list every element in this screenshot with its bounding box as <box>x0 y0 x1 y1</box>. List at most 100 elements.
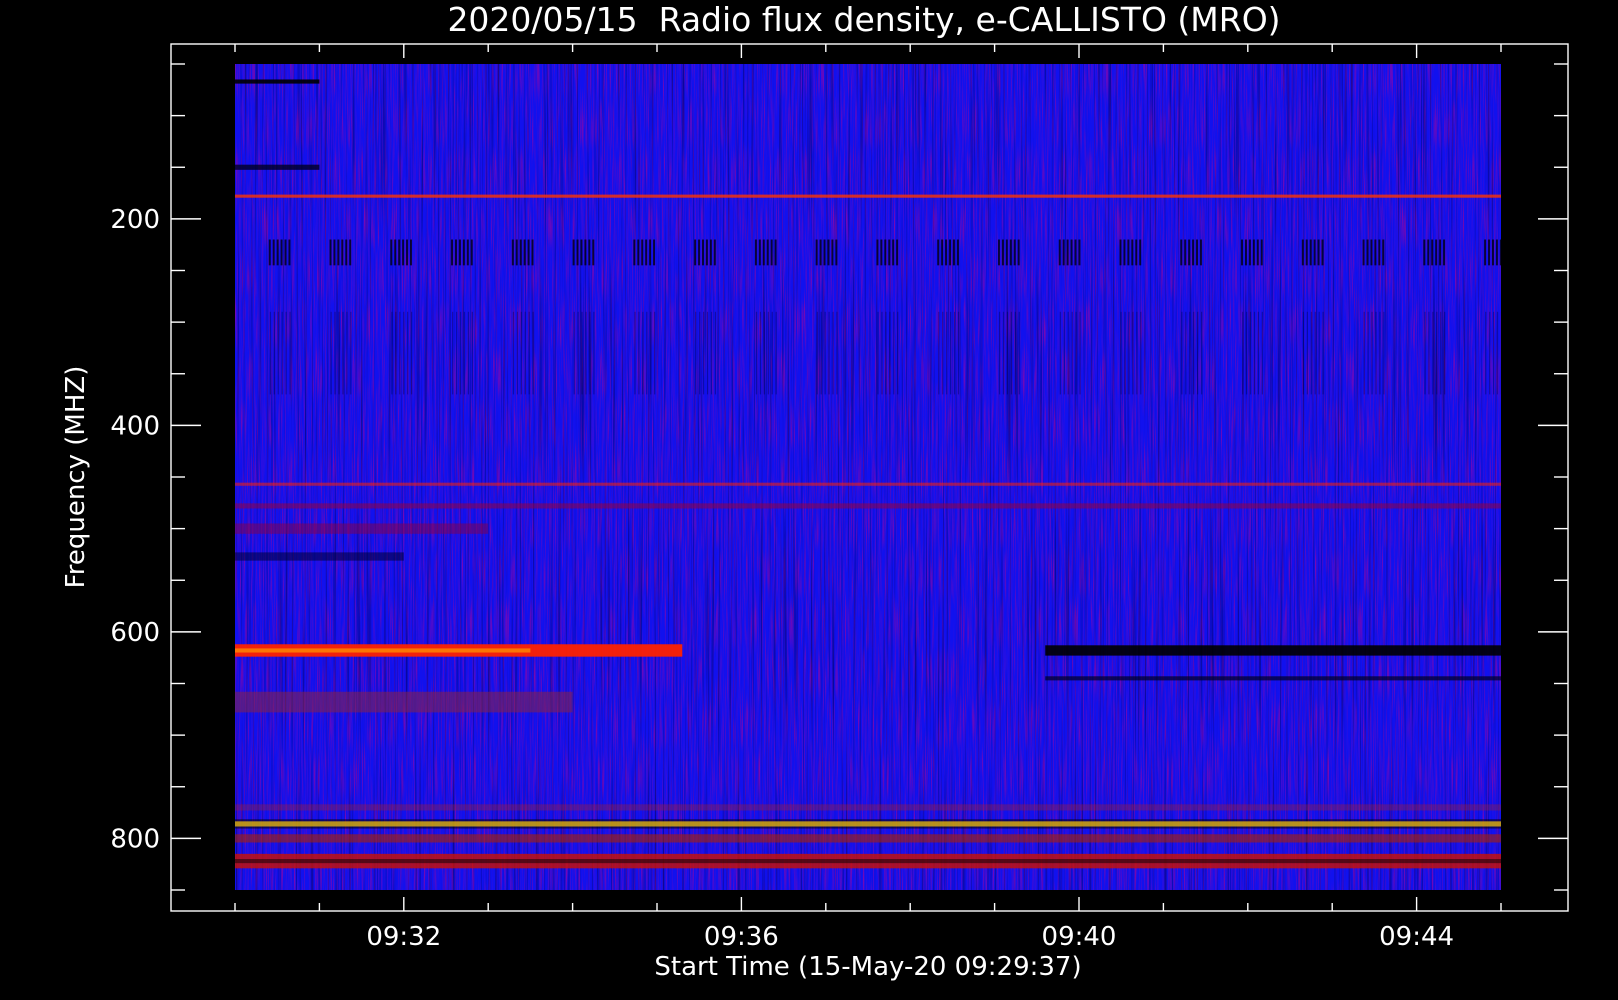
dark-burst <box>1301 239 1304 266</box>
faint-burst <box>775 311 777 395</box>
faint-burst <box>755 311 758 395</box>
dark-burst <box>1123 239 1126 266</box>
faint-burst <box>452 311 454 395</box>
dark-burst <box>1199 239 1202 266</box>
dark-burst <box>1495 239 1498 266</box>
dark-burst <box>1241 239 1244 266</box>
dark-burst <box>633 239 636 266</box>
dark-burst <box>333 239 336 266</box>
dark-burst <box>1309 239 1312 266</box>
x-tick-label: 09:36 <box>704 922 779 952</box>
dark-burst <box>823 239 826 266</box>
dark-burst <box>1070 239 1073 266</box>
dark-burst <box>1013 239 1016 266</box>
dark-burst <box>645 239 648 266</box>
faint-burst <box>714 311 717 395</box>
dark-burst <box>770 239 773 266</box>
dark-burst <box>390 239 393 266</box>
dark-burst <box>1491 239 1494 266</box>
emission-band <box>235 834 1501 843</box>
dark-burst <box>1058 239 1061 266</box>
dark-burst <box>1196 239 1199 266</box>
faint-burst <box>950 311 952 395</box>
dark-burst <box>584 239 587 266</box>
faint-burst <box>897 311 899 395</box>
faint-burst <box>893 311 895 395</box>
spectrogram-chart: 2020/05/15 Radio flux density, e-CALLIST… <box>61 0 1569 982</box>
emission-band <box>1045 676 1501 681</box>
faint-burst <box>350 311 352 395</box>
faint-burst <box>710 311 713 395</box>
dark-burst <box>515 239 518 266</box>
faint-burst <box>1063 311 1065 395</box>
y-tick-label: 800 <box>110 824 160 854</box>
faint-burst <box>1128 311 1130 395</box>
emission-band <box>235 164 320 170</box>
faint-burst <box>1018 311 1020 395</box>
dark-burst <box>1017 239 1020 266</box>
dark-burst <box>523 239 526 266</box>
dark-burst <box>649 239 652 266</box>
dark-burst <box>876 239 879 266</box>
dark-burst <box>1443 239 1446 266</box>
faint-burst <box>1010 311 1012 395</box>
dark-burst <box>1260 239 1263 266</box>
faint-burst <box>338 311 340 395</box>
faint-burst <box>642 311 644 395</box>
dark-burst <box>349 239 352 266</box>
faint-burst <box>269 311 271 395</box>
dark-burst <box>1248 239 1251 266</box>
dark-burst <box>1074 239 1077 266</box>
dark-burst <box>1366 239 1369 266</box>
dark-burst <box>572 239 575 266</box>
faint-burst <box>820 311 822 395</box>
y-tick-label: 600 <box>110 618 160 648</box>
dark-burst <box>337 239 340 266</box>
faint-burst <box>1120 311 1122 395</box>
faint-burst <box>1322 311 1324 395</box>
dark-burst <box>1321 239 1324 266</box>
y-tick-label: 400 <box>110 411 160 441</box>
faint-burst <box>1500 311 1501 395</box>
faint-burst <box>1067 311 1069 395</box>
spectrogram-noise-dark <box>235 64 1501 890</box>
faint-burst <box>703 311 705 395</box>
faint-burst <box>1242 311 1244 395</box>
faint-burst <box>881 311 883 395</box>
dark-burst <box>1370 239 1373 266</box>
faint-burst <box>1444 311 1446 395</box>
faint-burst <box>277 311 279 395</box>
dark-burst <box>698 239 701 266</box>
faint-burst <box>1071 311 1073 395</box>
dark-burst <box>952 239 955 266</box>
faint-burst <box>459 311 462 395</box>
dark-burst <box>835 239 838 266</box>
dark-burst <box>1313 239 1316 266</box>
faint-burst <box>1200 311 1203 395</box>
dark-burst <box>937 239 940 266</box>
emission-band <box>1045 645 1501 656</box>
faint-burst <box>957 311 960 395</box>
y-tick-label: 200 <box>110 205 160 235</box>
dark-burst <box>884 239 887 266</box>
dark-burst <box>511 239 514 266</box>
dark-burst <box>956 239 959 266</box>
dark-burst <box>1504 240 1506 266</box>
dark-burst <box>1180 239 1183 266</box>
dark-burst <box>531 239 534 266</box>
faint-burst <box>767 311 769 395</box>
faint-burst <box>346 311 348 395</box>
faint-burst <box>1496 311 1499 395</box>
dark-burst <box>470 239 473 266</box>
dark-burst <box>280 239 283 266</box>
dark-burst <box>713 239 716 266</box>
faint-burst <box>342 311 344 395</box>
faint-burst <box>646 311 648 395</box>
faint-burst <box>577 311 579 395</box>
dark-burst <box>1139 239 1142 266</box>
faint-burst <box>391 311 393 395</box>
emission-band <box>235 503 1501 509</box>
emission-band <box>235 79 320 84</box>
faint-burst <box>1079 311 1081 395</box>
faint-burst <box>589 311 591 395</box>
